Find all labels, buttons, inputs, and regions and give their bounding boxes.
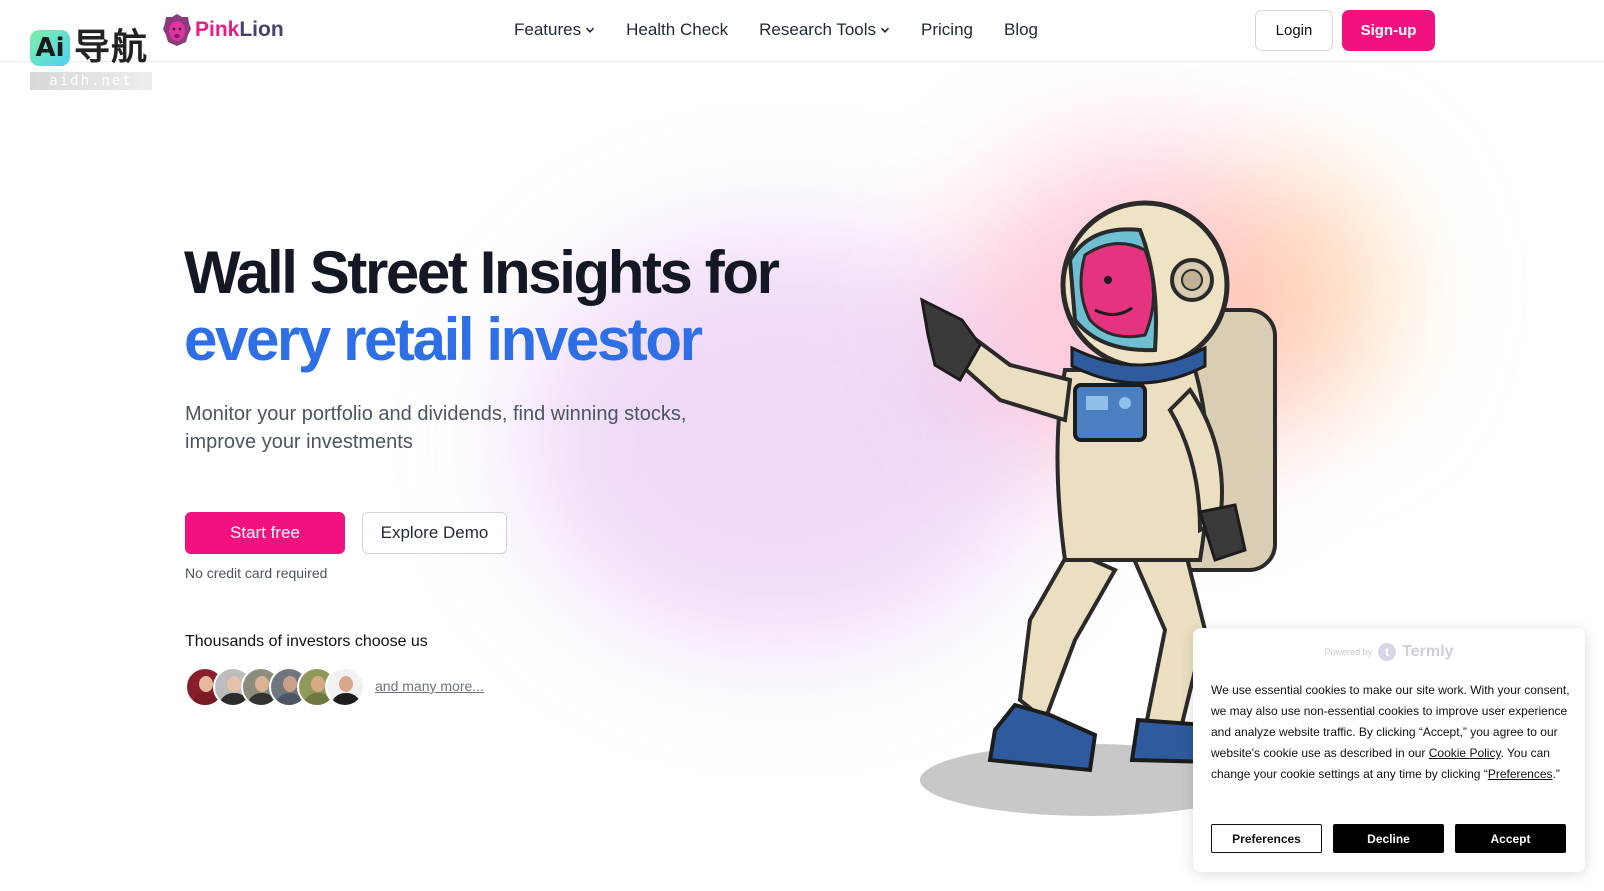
hero-title-accent: every retail investor [184,306,703,373]
investor-avatars [185,667,365,707]
nav-research-tools[interactable]: Research Tools [759,20,890,40]
explore-demo-button[interactable]: Explore Demo [362,512,507,554]
cookie-text-3: .” [1552,767,1560,781]
aidh-watermark: Ai 导航 aidh.net [30,26,152,92]
cookie-consent-banner: Powered by t Termly We use essential coo… [1193,628,1585,872]
main-nav: Features Health Check Research Tools Pri… [514,20,1069,40]
avatar [325,667,365,707]
nav-pricing[interactable]: Pricing [921,20,973,40]
lion-logo-icon [163,14,191,46]
nav-health-check[interactable]: Health Check [626,20,728,40]
social-proof-title: Thousands of investors choose us [185,633,428,650]
nav-blog-label: Blog [1003,20,1039,39]
preferences-link[interactable]: Preferences [1488,767,1553,781]
login-button[interactable]: Login [1255,10,1333,51]
chevron-down-icon [586,27,595,33]
cookie-decline-button[interactable]: Decline [1333,824,1444,853]
site-header: PinkLion Features Health Check Research … [0,0,1604,62]
hero-title: Wall Street Insights for [184,239,780,306]
nav-features-label: Features [514,20,582,39]
nav-pricing-label: Pricing [921,20,973,39]
watermark-name: 导航 [74,27,149,68]
powered-by-termly: Powered by t Termly [1193,643,1585,661]
no-credit-card-note: No credit card required [185,565,328,581]
cookie-message: We use essential cookies to make our sit… [1211,680,1573,785]
watermark-domain: aidh.net [30,72,152,90]
termly-logo-icon: t [1378,643,1397,661]
nav-research-tools-label: Research Tools [759,20,877,39]
cookie-policy-link[interactable]: Cookie Policy [1429,746,1501,760]
chevron-down-icon [880,27,890,33]
signup-button[interactable]: Sign-up [1342,10,1435,51]
nav-blog[interactable]: Blog [1004,20,1038,40]
start-free-button[interactable]: Start free [185,512,345,554]
watermark-mark: Ai [30,30,70,66]
nav-features[interactable]: Features [514,20,595,40]
brand-logo-link[interactable]: PinkLion [162,12,284,48]
powered-by-label: Powered by [1324,647,1373,657]
nav-health-check-label: Health Check [626,20,729,39]
cookie-accept-button[interactable]: Accept [1455,824,1566,853]
cookie-preferences-button[interactable]: Preferences [1211,824,1322,853]
termly-name: Termly [1402,643,1454,660]
brand-name-part2: Lion [239,18,284,41]
hero-subtitle: Monitor your portfolio and dividends, fi… [185,403,687,453]
brand-name: PinkLion [195,18,284,42]
many-more-link[interactable]: and many more... [375,678,484,694]
brand-name-part1: Pink [195,18,240,41]
